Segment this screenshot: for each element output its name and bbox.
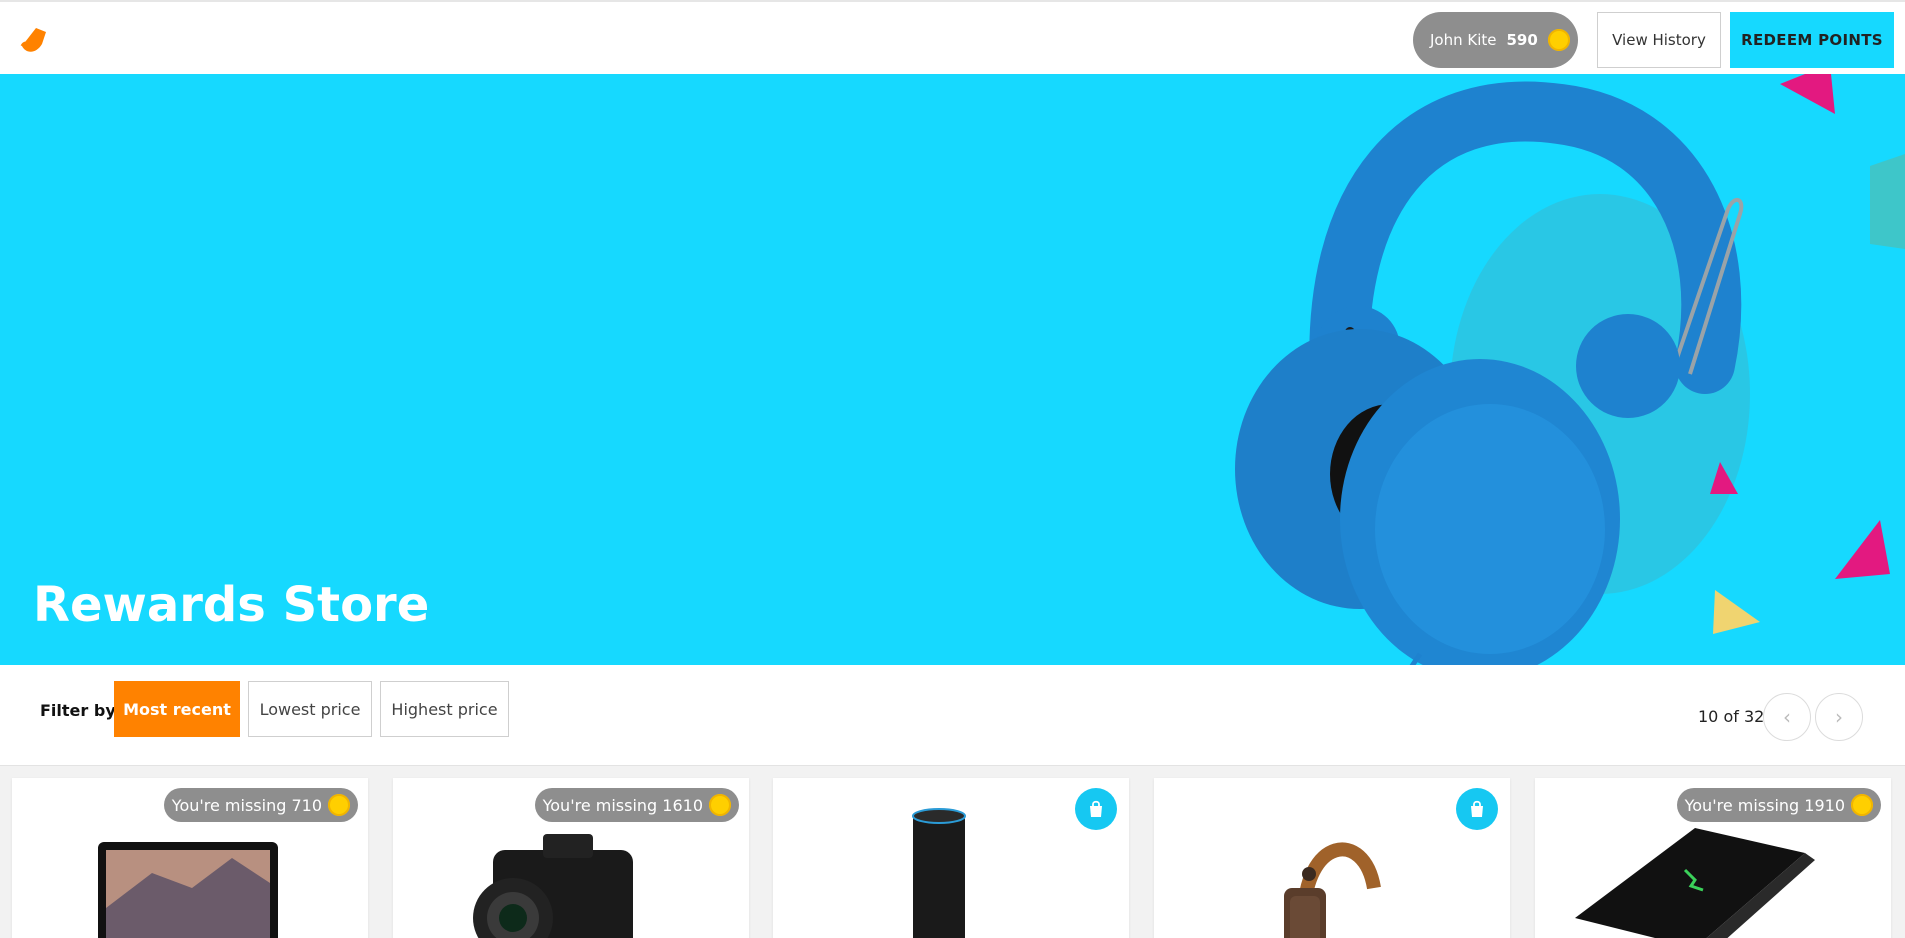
headphones-icon	[1284, 842, 1381, 938]
chevron-left-icon: ‹	[1783, 705, 1791, 729]
filter-label: Filter by:	[40, 701, 123, 720]
filter-most-recent-button[interactable]: Most recent	[114, 681, 240, 737]
next-page-button[interactable]: ›	[1815, 693, 1863, 741]
user-points-pill[interactable]: John Kite 590	[1413, 12, 1578, 68]
user-points: 590	[1506, 31, 1538, 49]
view-history-button[interactable]: View History	[1597, 12, 1721, 68]
hero-banner: Rewards Store	[0, 74, 1905, 665]
chevron-right-icon: ›	[1835, 705, 1843, 729]
coin-icon	[1547, 29, 1570, 51]
brand-logo-icon[interactable]	[16, 24, 50, 58]
redeem-points-button[interactable]: REDEEM POINTS	[1730, 12, 1894, 68]
product-card[interactable]: You're missing 710	[12, 778, 368, 938]
hero-title: Rewards Store	[33, 577, 430, 633]
previous-page-button[interactable]: ‹	[1763, 693, 1811, 741]
filter-lowest-price-button[interactable]: Lowest price	[248, 681, 372, 737]
pager-count: 10 of 32	[1698, 707, 1765, 726]
camera-icon	[473, 834, 633, 938]
user-name: John Kite	[1430, 31, 1497, 49]
laptop-icon	[98, 842, 278, 938]
filter-bar: Filter by: Most recent Lowest price High…	[0, 665, 1905, 766]
product-card[interactable]: You're missing 1910	[1535, 778, 1891, 938]
product-card[interactable]: You're missing 1610	[393, 778, 749, 938]
product-grid: You're missing 710 You're missing 1610 Y…	[0, 778, 1905, 938]
smart-speaker-icon	[912, 808, 966, 938]
product-card[interactable]	[1154, 778, 1510, 938]
gaming-laptop-icon	[1575, 828, 1815, 938]
top-header: John Kite 590 View History REDEEM POINTS	[0, 0, 1905, 74]
product-card[interactable]	[773, 778, 1129, 938]
filter-highest-price-button[interactable]: Highest price	[380, 681, 509, 737]
